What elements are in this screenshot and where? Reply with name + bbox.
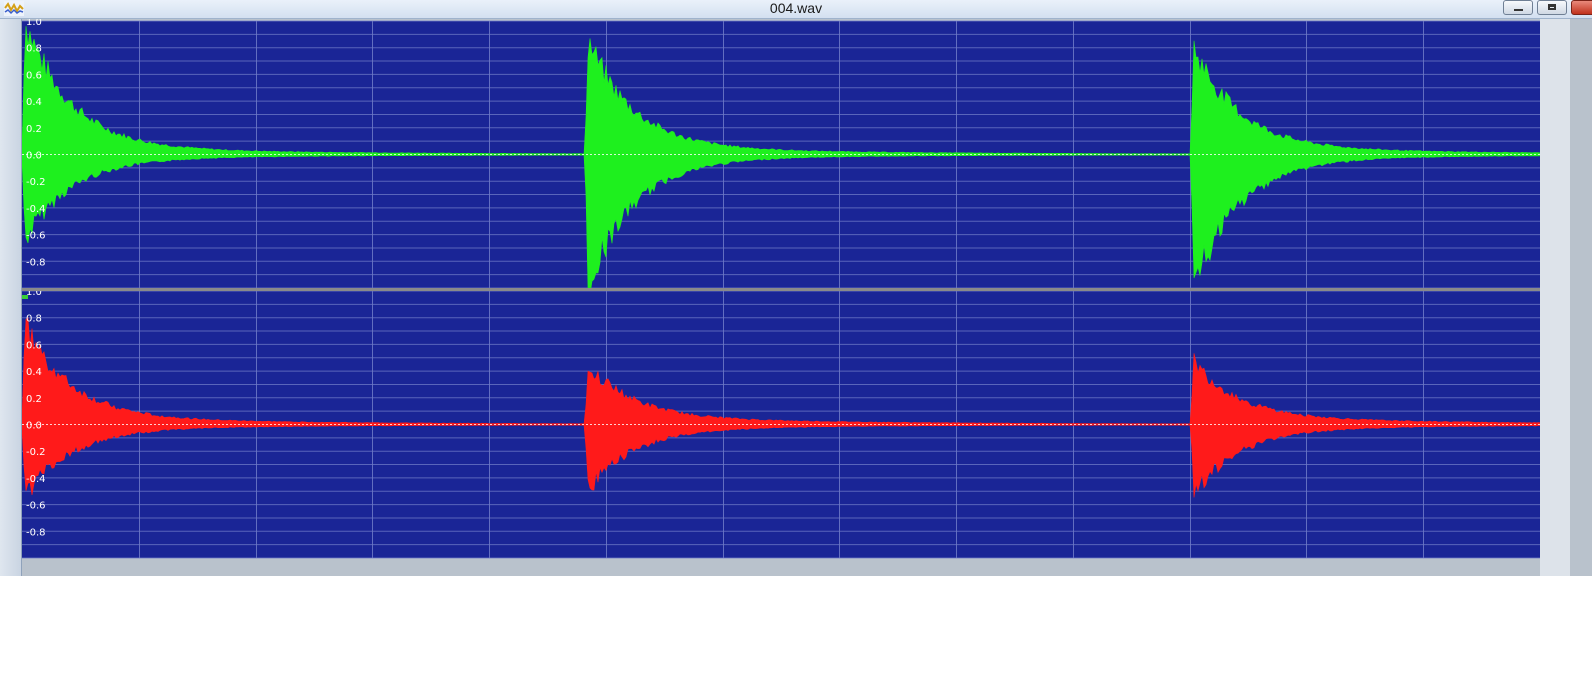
left-ruler <box>0 19 22 576</box>
maximize-button[interactable] <box>1537 0 1567 15</box>
waveform-window: 004.wav 1.0 0.8 0.6 0.4 0.2 0.0 -0.2 -0.4 -0.6 -0… <box>0 0 1592 576</box>
waveform-display[interactable]: 1.0 0.8 0.6 0.4 0.2 0.0 -0.2 -0.4 -0.6 -0.8 1.0 0.8… <box>22 19 1592 576</box>
channel-2-tick-label: 0.4 <box>26 367 42 378</box>
channel-1-tick-label: -0.6 <box>26 231 46 242</box>
channel-1-tick-label: -0.2 <box>26 177 46 188</box>
channel-1-tick-label: -0.4 <box>26 204 46 215</box>
title-bar[interactable]: 004.wav <box>0 0 1592 19</box>
channel-2-tick-label: -0.4 <box>26 474 46 485</box>
channel-2-tick-label: -0.6 <box>26 501 46 512</box>
channel-2-tick-label: 0.0 <box>26 421 42 432</box>
channel-2-tick-label: -0.2 <box>26 447 46 458</box>
close-button[interactable] <box>1571 0 1592 15</box>
channel-2-tick-label: 0.2 <box>26 394 42 405</box>
channel-2-tick-label: 0.8 <box>26 314 42 325</box>
channel-1-tick-label: 0.2 <box>26 124 42 135</box>
right-border <box>1540 19 1570 576</box>
minimize-icon <box>1514 9 1523 11</box>
channel-1-tick-label: 1.0 <box>26 19 42 28</box>
channel-2-tick-label: -0.8 <box>26 527 46 538</box>
channel-1-tick-label: 0.8 <box>26 44 42 55</box>
position-marker[interactable] <box>22 295 28 299</box>
channel-2-tick-label: 0.6 <box>26 340 42 351</box>
window-title: 004.wav <box>769 0 823 16</box>
maximize-icon <box>1548 4 1556 10</box>
waveform-plot[interactable]: 1.00.80.60.40.20.0-0.2-0.4-0.6-0.81.00.8… <box>22 19 1570 576</box>
channel-1-tick-label: -0.8 <box>26 257 46 268</box>
channel-1-tick-label: 0.4 <box>26 97 42 108</box>
channel-divider <box>22 288 1540 291</box>
channel-1-tick-label: 0.0 <box>26 151 42 162</box>
channel-1-tick-label: 0.6 <box>26 70 42 81</box>
minimize-button[interactable] <box>1503 0 1533 15</box>
